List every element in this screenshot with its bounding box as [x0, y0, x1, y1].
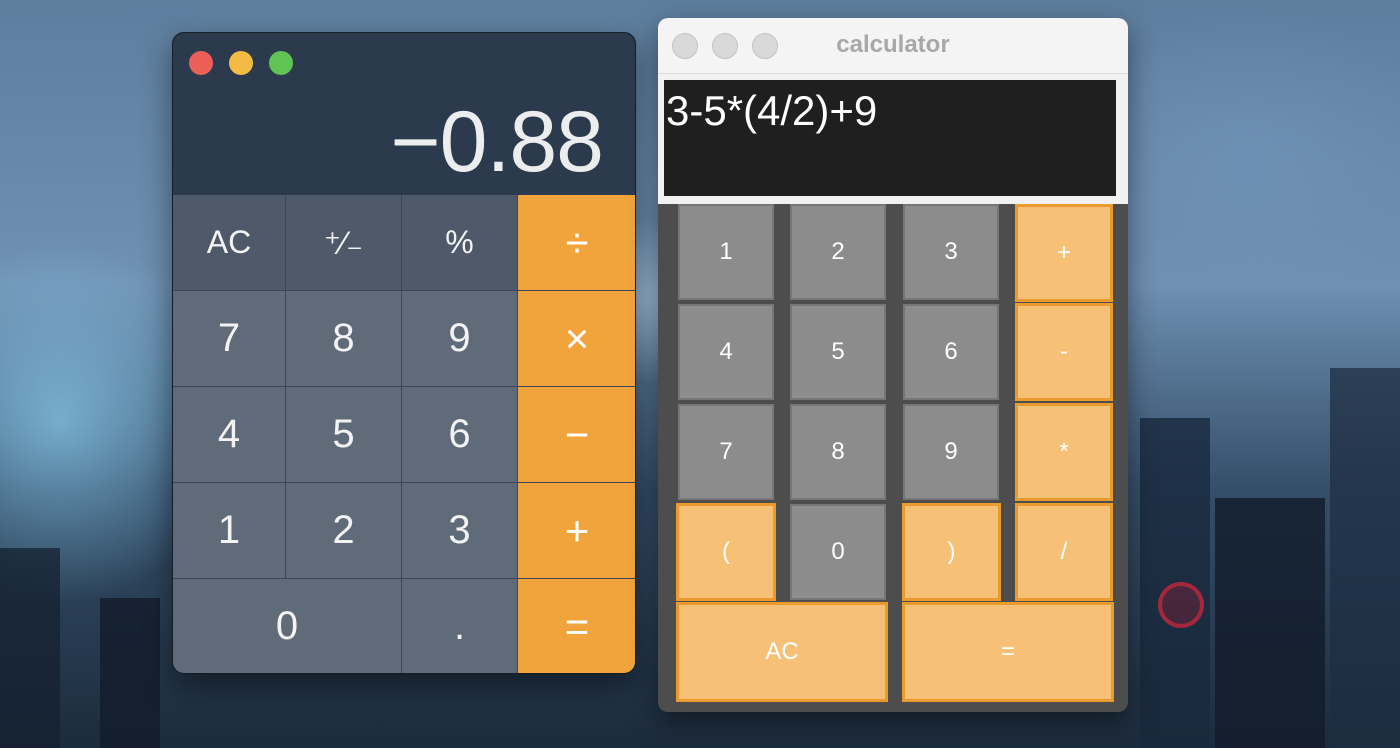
key-2[interactable]: 2: [286, 483, 402, 579]
tk-titlebar[interactable]: calculator: [658, 18, 1128, 74]
background-building: [1215, 498, 1325, 748]
window-title: calculator: [836, 31, 950, 58]
minimize-window-button[interactable]: [229, 51, 253, 75]
key-percent[interactable]: %: [402, 195, 518, 291]
key-8[interactable]: 8: [790, 404, 886, 500]
key-2[interactable]: 2: [790, 204, 886, 300]
key-0[interactable]: 0: [790, 504, 886, 600]
key-plus[interactable]: +: [518, 483, 635, 579]
key-left-paren[interactable]: (: [676, 503, 776, 601]
mac-calculator-window: −0.88 AC ⁺⁄₋ % ÷ 7 8 9 × 4 5 6 − 1 2 3 +…: [172, 32, 636, 674]
mac-titlebar[interactable]: [173, 33, 635, 89]
key-minus[interactable]: -: [1015, 303, 1113, 401]
key-9[interactable]: 9: [402, 291, 518, 387]
key-3[interactable]: 3: [402, 483, 518, 579]
key-9[interactable]: 9: [903, 404, 999, 500]
key-3[interactable]: 3: [903, 204, 999, 300]
background-building: [0, 548, 60, 748]
key-4[interactable]: 4: [678, 304, 774, 400]
key-1[interactable]: 1: [173, 483, 286, 579]
key-8[interactable]: 8: [286, 291, 402, 387]
mac-display: −0.88: [390, 94, 604, 190]
clear-button[interactable]: AC: [676, 602, 888, 702]
close-window-button[interactable]: [189, 51, 213, 75]
key-multiply[interactable]: ×: [518, 291, 635, 387]
tk-calculator-window: calculator 3-5*(4/2)+9 1 2 3 + 4 5 6 - 7…: [658, 18, 1128, 712]
mac-keypad: AC ⁺⁄₋ % ÷ 7 8 9 × 4 5 6 − 1 2 3 + 0 . =: [173, 195, 635, 673]
equals-button[interactable]: =: [902, 602, 1114, 702]
key-6[interactable]: 6: [903, 304, 999, 400]
key-4[interactable]: 4: [173, 387, 286, 483]
key-sign-toggle[interactable]: ⁺⁄₋: [286, 195, 402, 291]
key-equals[interactable]: =: [518, 579, 635, 673]
key-plus[interactable]: +: [1015, 204, 1113, 302]
key-7[interactable]: 7: [678, 404, 774, 500]
background-building: [100, 598, 160, 748]
key-decimal[interactable]: .: [402, 579, 518, 673]
background-building: [1330, 368, 1400, 748]
key-5[interactable]: 5: [286, 387, 402, 483]
key-divide[interactable]: /: [1015, 503, 1113, 601]
tk-display-frame: 3-5*(4/2)+9: [658, 74, 1128, 204]
background-emblem: [1158, 582, 1204, 628]
expression-display: 3-5*(4/2)+9: [664, 80, 1116, 196]
key-minus[interactable]: −: [518, 387, 635, 483]
zoom-window-button[interactable]: [269, 51, 293, 75]
key-right-paren[interactable]: ): [902, 503, 1001, 601]
key-6[interactable]: 6: [402, 387, 518, 483]
key-ac[interactable]: AC: [173, 195, 286, 291]
key-7[interactable]: 7: [173, 291, 286, 387]
key-0[interactable]: 0: [173, 579, 402, 673]
key-5[interactable]: 5: [790, 304, 886, 400]
key-divide[interactable]: ÷: [518, 195, 635, 291]
key-1[interactable]: 1: [678, 204, 774, 300]
key-multiply[interactable]: *: [1015, 403, 1113, 501]
